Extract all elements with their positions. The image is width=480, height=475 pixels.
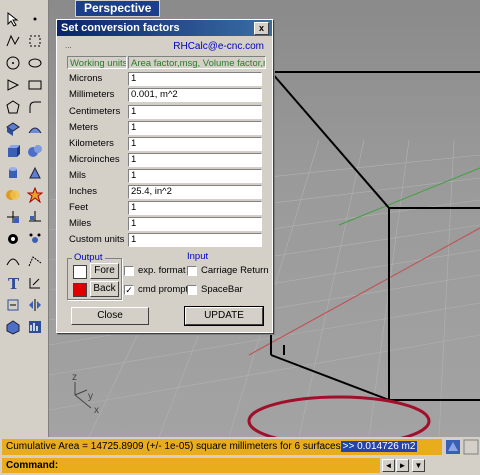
points-on-icon[interactable] bbox=[24, 228, 45, 249]
boolean-icon[interactable] bbox=[2, 184, 23, 205]
select-arrow-icon[interactable] bbox=[2, 8, 23, 29]
back-color-swatch bbox=[73, 283, 87, 297]
header-working-units: Working units bbox=[67, 56, 127, 69]
axis-y-label: y bbox=[88, 391, 93, 402]
output-group-label: Output bbox=[72, 252, 105, 263]
text-icon[interactable]: T bbox=[2, 272, 23, 293]
output-group: Output Fore Back bbox=[67, 252, 122, 300]
close-button[interactable]: Close bbox=[71, 307, 149, 325]
axis-z-label: z bbox=[72, 372, 77, 383]
row-label-kilometers: Kilometers bbox=[69, 138, 114, 149]
row-label-mils: Mils bbox=[69, 170, 86, 181]
factor-input-inches[interactable]: 25.4, in^2 bbox=[128, 185, 262, 199]
history-text: Cumulative Area = 14725.8909 (+/- 1e-05)… bbox=[6, 441, 341, 452]
factor-input-kilometers[interactable]: 1 bbox=[128, 137, 262, 151]
fillet-icon[interactable] bbox=[24, 96, 45, 117]
dots-label: ... bbox=[65, 41, 72, 50]
cylinder-icon[interactable] bbox=[2, 162, 23, 183]
transform-icon[interactable] bbox=[2, 294, 23, 315]
carriage-return-label: Carriage Return bbox=[201, 265, 269, 276]
svg-text:T: T bbox=[8, 275, 20, 291]
history-scroll-icons bbox=[444, 439, 480, 455]
render-icon[interactable] bbox=[2, 316, 23, 337]
update-button[interactable]: UPDATE bbox=[184, 306, 264, 326]
explode-icon[interactable] bbox=[24, 184, 45, 205]
box-wireframe bbox=[270, 71, 480, 401]
row-label-custom-units: Custom units bbox=[69, 234, 125, 245]
input-group-label: Input bbox=[187, 251, 209, 262]
history-highlight: >> 0.014726 m2 bbox=[340, 441, 418, 452]
command-area: Cumulative Area = 14725.8909 (+/- 1e-05)… bbox=[0, 437, 480, 475]
row-label-inches: Inches bbox=[69, 186, 97, 197]
dialog-titlebar[interactable]: Set conversion factors x bbox=[57, 20, 272, 36]
axis-x-label: x bbox=[94, 405, 99, 416]
circle-icon[interactable] bbox=[2, 52, 23, 73]
row-label-centimeters: Centimeters bbox=[69, 106, 121, 117]
rebuild-icon[interactable] bbox=[2, 250, 23, 271]
spacebar-checkbox[interactable] bbox=[187, 285, 197, 295]
point-icon[interactable] bbox=[24, 8, 45, 29]
sphere-icon[interactable] bbox=[24, 140, 45, 161]
row-label-miles: Miles bbox=[69, 218, 92, 229]
row-label-feet: Feet bbox=[69, 202, 89, 213]
back-button[interactable]: Back bbox=[90, 281, 119, 297]
row-label-millimeters: Millimeters bbox=[69, 89, 115, 100]
mirror-icon[interactable] bbox=[24, 294, 45, 315]
row-label-meters: Meters bbox=[69, 122, 99, 133]
email-link[interactable]: RHCalc@e-cnc.com bbox=[173, 41, 264, 52]
viewport-title[interactable]: Perspective bbox=[75, 0, 161, 17]
polygon-icon[interactable] bbox=[2, 96, 23, 117]
exp-format-checkbox[interactable] bbox=[124, 266, 134, 276]
factor-input-feet[interactable]: 1 bbox=[128, 201, 262, 215]
dialog-title: Set conversion factors bbox=[61, 22, 180, 34]
ellipse-icon[interactable] bbox=[24, 52, 45, 73]
extrude-icon[interactable] bbox=[24, 162, 45, 183]
cmd-prompt-checkbox[interactable]: ✓ bbox=[124, 285, 134, 295]
factor-input-mils[interactable]: 1 bbox=[128, 169, 262, 183]
loft-icon[interactable] bbox=[24, 118, 45, 139]
fore-button[interactable]: Fore bbox=[90, 263, 119, 279]
dropdown-arrow-icon[interactable]: ▼ bbox=[412, 459, 425, 472]
left-toolbar: T bbox=[0, 0, 49, 440]
x-axis-line bbox=[248, 227, 480, 356]
close-icon[interactable]: x bbox=[254, 22, 269, 35]
command-history: Cumulative Area = 14725.8909 (+/- 1e-05)… bbox=[2, 439, 442, 455]
box-icon[interactable] bbox=[2, 140, 23, 161]
analyze-icon[interactable] bbox=[24, 316, 45, 337]
factor-input-meters[interactable]: 1 bbox=[128, 121, 262, 135]
polyline-icon[interactable] bbox=[2, 30, 23, 51]
surface-icon[interactable] bbox=[2, 118, 23, 139]
scroll-right-icon[interactable]: ► bbox=[396, 459, 409, 472]
header-factors: Area factor,msg, Volume factor,msg bbox=[128, 56, 266, 69]
exp-format-label: exp. format bbox=[138, 265, 186, 276]
spacebar-label: SpaceBar bbox=[201, 284, 243, 295]
row-label-microinches: Microinches bbox=[69, 154, 120, 165]
factor-input-microinches[interactable]: 1 bbox=[128, 153, 262, 167]
fore-color-swatch bbox=[73, 265, 87, 279]
group-icon[interactable] bbox=[2, 228, 23, 249]
control-points-icon[interactable] bbox=[24, 250, 45, 271]
command-prompt: Command: bbox=[6, 460, 59, 471]
factor-input-centimeters[interactable]: 1 bbox=[128, 105, 262, 119]
split-icon[interactable] bbox=[24, 206, 45, 227]
factor-input-millimeters[interactable]: 0.001, m^2 bbox=[128, 88, 262, 102]
factor-input-microns[interactable]: 1 bbox=[128, 72, 262, 86]
trim-icon[interactable] bbox=[2, 206, 23, 227]
row-label-microns: Microns bbox=[69, 73, 103, 84]
dimension-icon[interactable] bbox=[24, 272, 45, 293]
annotation-ellipse bbox=[247, 395, 431, 437]
curve-icon[interactable] bbox=[24, 30, 45, 51]
carriage-return-checkbox[interactable] bbox=[187, 266, 197, 276]
command-line[interactable]: Command: bbox=[2, 458, 380, 473]
cmd-prompt-label: cmd prompt bbox=[138, 284, 189, 295]
y-axis-line bbox=[338, 167, 480, 226]
conversion-dialog: Set conversion factors x ... RHCalc@e-cn… bbox=[56, 19, 273, 333]
arc-icon[interactable] bbox=[2, 74, 23, 95]
rectangle-icon[interactable] bbox=[24, 74, 45, 95]
factor-input-custom-units[interactable]: 1 bbox=[128, 233, 262, 247]
factor-input-miles[interactable]: 1 bbox=[128, 217, 262, 231]
scroll-left-icon[interactable]: ◄ bbox=[382, 459, 395, 472]
